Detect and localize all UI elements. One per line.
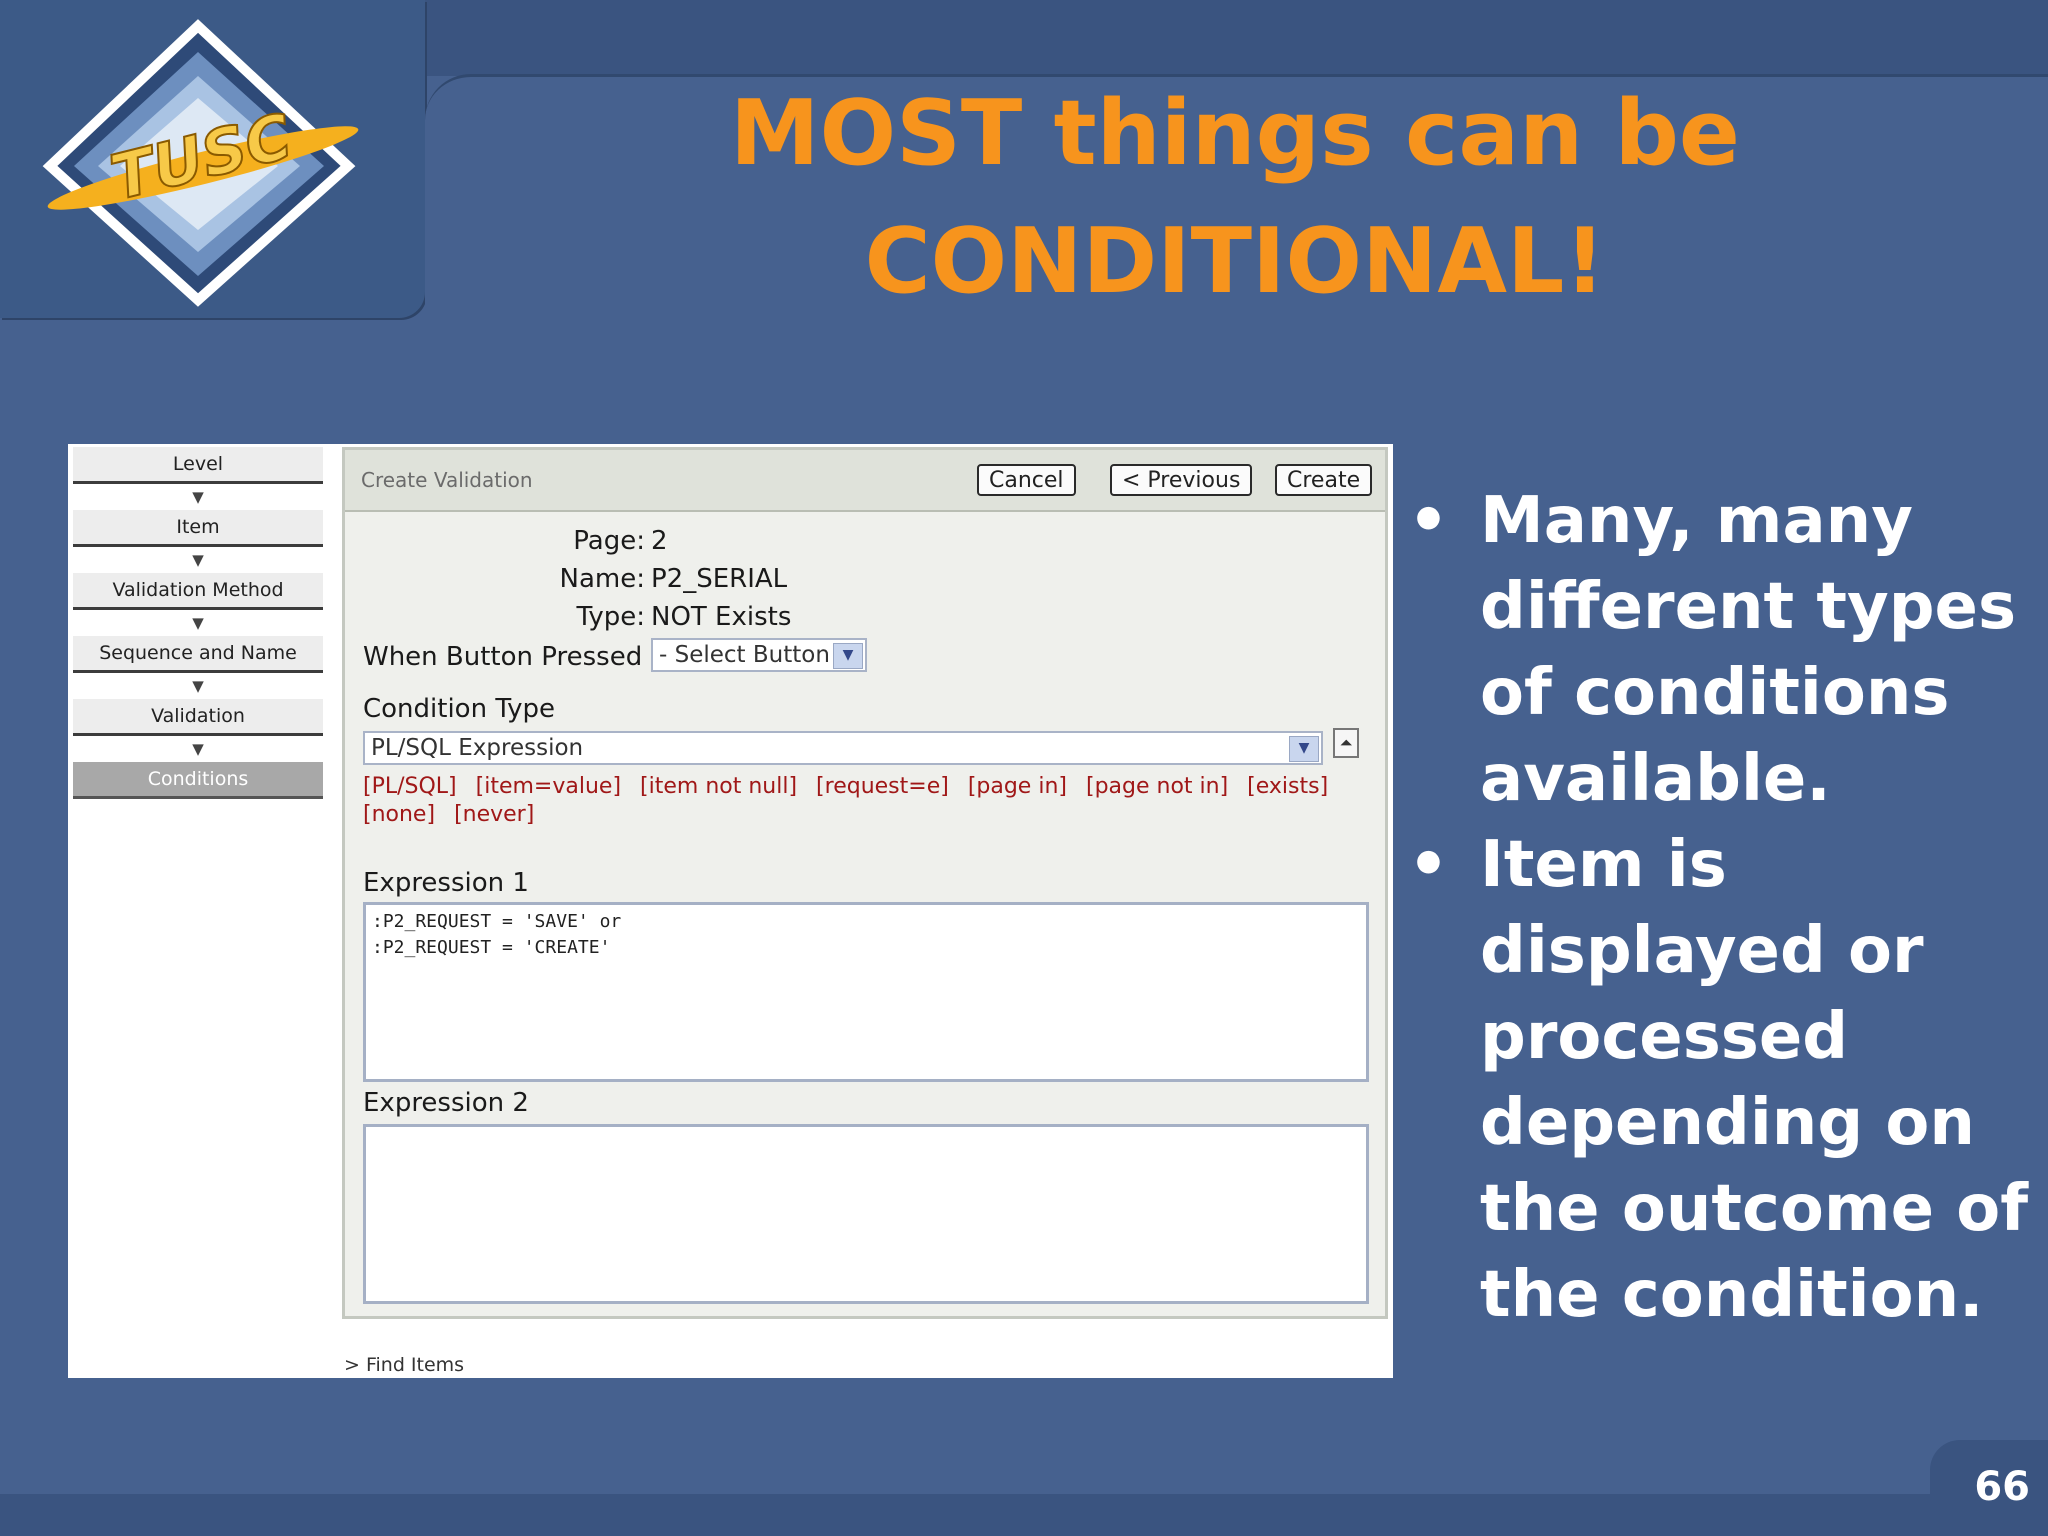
type-label: Type: xyxy=(576,602,645,632)
bullet-list: • Many, many different types of conditio… xyxy=(1400,478,2040,1338)
bullet-symbol: • xyxy=(1408,828,1449,902)
wizard-steps: Level ▼ Item ▼ Validation Method ▼ Seque… xyxy=(73,447,323,799)
wizard-step-validation-method[interactable]: Validation Method xyxy=(73,573,323,610)
name-label: Name: xyxy=(559,564,645,594)
shortcut-exists[interactable]: [exists] xyxy=(1247,774,1328,799)
panel-title: Create Validation xyxy=(361,468,533,492)
chevron-down-icon: ▼ xyxy=(833,643,863,669)
chevron-down-icon: ▼ xyxy=(192,614,204,632)
slide-title: MOST things can be CONDITIONAL! xyxy=(640,70,1830,326)
previous-button[interactable]: < Previous xyxy=(1110,464,1253,496)
shortcut-none[interactable]: [none] xyxy=(363,802,435,827)
shortcut-page-in[interactable]: [page in] xyxy=(968,774,1067,799)
when-button-pressed-value: - Select Button - xyxy=(659,642,846,668)
condition-shortcuts: [PL/SQL] [item=value] [item not null] [r… xyxy=(363,773,1363,829)
bullet-item: • Item is displayed or processed dependi… xyxy=(1400,822,2040,1338)
expression1-textarea[interactable]: :P2_REQUEST = 'SAVE' or :P2_REQUEST = 'C… xyxy=(363,902,1369,1082)
shortcut-request-e[interactable]: [request=e] xyxy=(816,774,949,799)
name-value: P2_SERIAL xyxy=(651,564,788,594)
expression2-label: Expression 2 xyxy=(363,1088,529,1118)
slide-title-line2: CONDITIONAL! xyxy=(864,209,1606,314)
screenshot-create-validation: Level ▼ Item ▼ Validation Method ▼ Seque… xyxy=(68,444,1393,1378)
condition-type-label: Condition Type xyxy=(363,694,556,724)
panel-header: Create Validation Cancel < Previous Crea… xyxy=(345,450,1385,512)
create-validation-panel: Create Validation Cancel < Previous Crea… xyxy=(342,447,1388,1319)
wizard-step-validation[interactable]: Validation xyxy=(73,699,323,736)
type-value: NOT Exists xyxy=(651,602,792,632)
condition-type-value: PL/SQL Expression xyxy=(371,735,584,761)
wizard-step-item[interactable]: Item xyxy=(73,510,323,547)
shortcut-item-value[interactable]: [item=value] xyxy=(476,774,621,799)
shortcut-never[interactable]: [never] xyxy=(454,802,534,827)
cancel-button[interactable]: Cancel xyxy=(977,464,1076,496)
page-value: 2 xyxy=(651,526,668,556)
page-number: 66 xyxy=(1974,1464,2030,1510)
wizard-step-conditions[interactable]: Conditions xyxy=(73,762,323,799)
shortcut-page-not-in[interactable]: [page not in] xyxy=(1086,774,1228,799)
shortcut-plsql[interactable]: [PL/SQL] xyxy=(363,774,457,799)
bullet-item: • Many, many different types of conditio… xyxy=(1400,478,2040,822)
chevron-down-icon: ▼ xyxy=(1289,736,1319,762)
find-items-link[interactable]: > Find Items xyxy=(344,1354,464,1376)
when-button-pressed-label: When Button Pressed xyxy=(363,642,643,672)
page-label: Page: xyxy=(573,526,645,556)
tusc-logo: TUSC xyxy=(42,19,359,307)
wizard-step-sequence-and-name[interactable]: Sequence and Name xyxy=(73,636,323,673)
slide-title-line1: MOST things can be xyxy=(730,81,1740,186)
chevron-down-icon: ▼ xyxy=(192,677,204,695)
bullet-text: Many, many different types of conditions… xyxy=(1480,484,2017,816)
expression2-textarea[interactable] xyxy=(363,1124,1369,1304)
when-button-pressed-select[interactable]: - Select Button - ▼ xyxy=(651,638,867,672)
create-button[interactable]: Create xyxy=(1275,464,1373,496)
expression1-label: Expression 1 xyxy=(363,868,529,898)
chevron-down-icon: ▼ xyxy=(192,740,204,758)
chevron-down-icon: ▼ xyxy=(192,488,204,506)
condition-type-select[interactable]: PL/SQL Expression ▼ xyxy=(363,731,1323,765)
bullet-text: Item is displayed or processed depending… xyxy=(1480,828,2029,1332)
wizard-step-level[interactable]: Level xyxy=(73,447,323,484)
chevron-down-icon: ▼ xyxy=(192,551,204,569)
bottom-band xyxy=(0,1494,1935,1536)
lov-popup-icon[interactable]: ⏶ xyxy=(1333,728,1359,758)
bullet-symbol: • xyxy=(1408,484,1449,558)
shortcut-item-not-null[interactable]: [item not null] xyxy=(640,774,797,799)
